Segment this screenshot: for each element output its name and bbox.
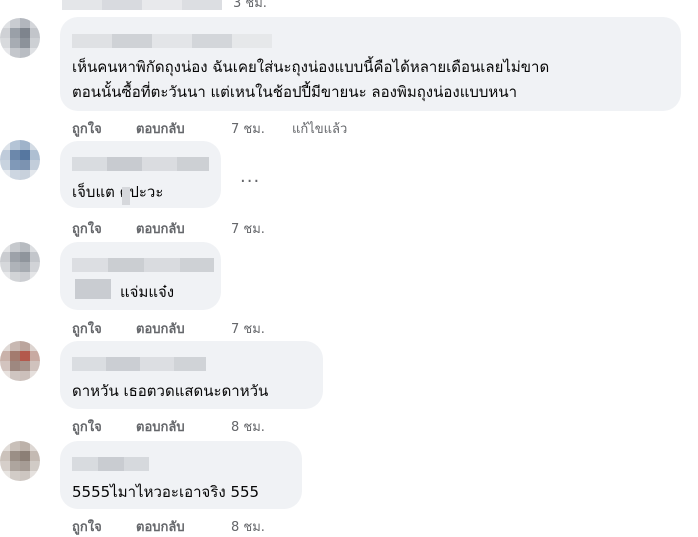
avatar[interactable] bbox=[0, 18, 40, 58]
avatar[interactable] bbox=[0, 441, 40, 481]
reply-button[interactable]: ตอบกลับ bbox=[136, 318, 185, 339]
like-button[interactable]: ถูกใจ bbox=[72, 416, 102, 437]
blurred-emoji bbox=[122, 187, 130, 205]
blurred-name[interactable] bbox=[72, 34, 272, 48]
blurred-mention bbox=[75, 279, 111, 299]
blurred-name[interactable] bbox=[72, 457, 149, 471]
edited-label[interactable]: แก้ไขแล้ว bbox=[292, 118, 347, 139]
reply-button[interactable]: ตอบกลับ bbox=[136, 516, 185, 537]
comment-text-line: แจ่มแจ๋ง bbox=[120, 283, 175, 301]
more-options-icon[interactable]: ... bbox=[240, 166, 260, 187]
like-button[interactable]: ถูกใจ bbox=[72, 516, 102, 537]
comment-time[interactable]: 3 ชม. bbox=[233, 0, 267, 13]
like-button[interactable]: ถูกใจ bbox=[72, 118, 102, 139]
blurred-name bbox=[62, 0, 222, 10]
comment-time[interactable]: 8 ชม. bbox=[231, 516, 265, 537]
blurred-name[interactable] bbox=[72, 157, 209, 171]
blurred-name[interactable] bbox=[72, 258, 214, 272]
comment-text-line: เห็นคนหาพิกัดถุงน่อง ฉันเคยใส่นะถุงน่องแ… bbox=[72, 58, 550, 76]
comment-text-line: 5555ไมาไหวอะเอาจริง 555 bbox=[72, 483, 260, 501]
like-button[interactable]: ถูกใจ bbox=[72, 318, 102, 339]
avatar[interactable] bbox=[0, 242, 40, 282]
comment-time[interactable]: 7 ชม. bbox=[231, 318, 265, 339]
avatar[interactable] bbox=[0, 341, 40, 381]
blurred-name[interactable] bbox=[72, 357, 206, 371]
reply-button[interactable]: ตอบกลับ bbox=[136, 218, 185, 239]
comment-text-line: เจ็บแต ดปะวะ bbox=[72, 183, 164, 201]
reply-button[interactable]: ตอบกลับ bbox=[136, 118, 185, 139]
reply-button[interactable]: ตอบกลับ bbox=[136, 416, 185, 437]
avatar[interactable] bbox=[0, 140, 40, 180]
like-button[interactable]: ถูกใจ bbox=[72, 218, 102, 239]
comment-time[interactable]: 7 ชม. bbox=[231, 218, 265, 239]
comment-text-line: ตอนนั้นซื้อที่ตะวันนา แต่เหนในช้อปปี้มีข… bbox=[72, 83, 517, 101]
comment-time[interactable]: 7 ชม. bbox=[231, 118, 265, 139]
comment-text-line: ดาหวัน เธอตวดแสดนะดาหวัน bbox=[72, 382, 269, 400]
comment-time[interactable]: 8 ชม. bbox=[231, 416, 265, 437]
